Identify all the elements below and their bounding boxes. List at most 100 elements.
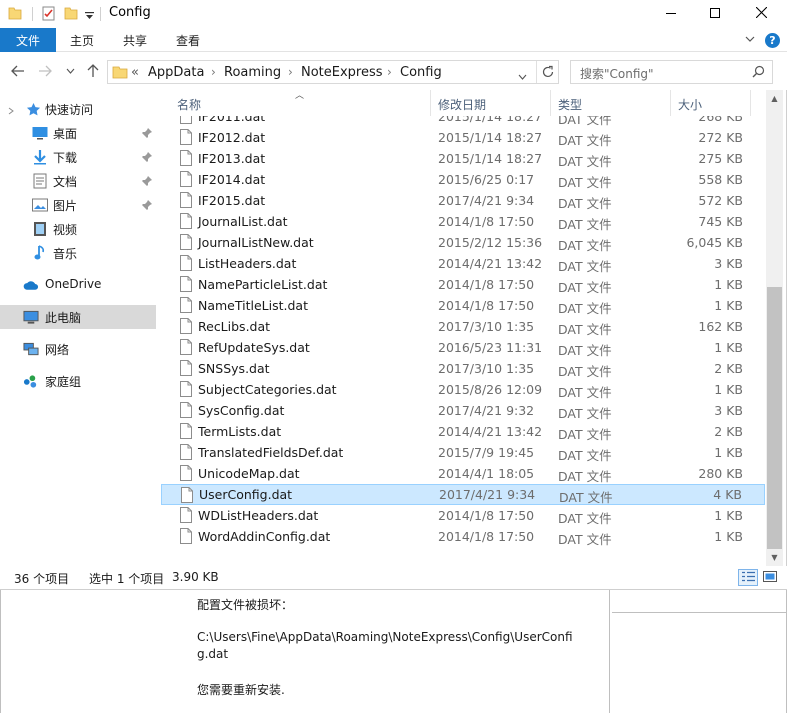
breadcrumb-chevron-icon[interactable]: › <box>387 65 392 79</box>
file-name[interactable]: SNSSys.dat <box>198 361 270 376</box>
tab-file[interactable]: 文件 <box>0 28 56 52</box>
file-row[interactable]: IF2015.dat 2017/4/21 9:34 DAT 文件 572 KB <box>161 190 765 211</box>
file-row[interactable]: NameParticleList.dat 2014/1/8 17:50 DAT 文件… <box>161 274 765 295</box>
file-name[interactable]: TranslatedFieldsDef.dat <box>198 445 343 460</box>
nav-homegroup[interactable]: 家庭组 <box>0 369 156 393</box>
column-size[interactable]: 大小 <box>678 96 702 113</box>
file-row[interactable]: WDListHeaders.dat 2014/1/8 17:50 DAT 文件 1 K… <box>161 505 765 526</box>
file-name[interactable]: TermLists.dat <box>198 424 281 439</box>
column-name[interactable]: 名称 <box>177 96 201 113</box>
file-row[interactable]: RecLibs.dat 2017/3/10 1:35 DAT 文件 162 KB <box>161 316 765 337</box>
new-folder-icon[interactable] <box>64 5 78 24</box>
address-bar[interactable]: « AppData › Roaming › NoteExpress › Conf… <box>107 60 559 84</box>
file-row[interactable]: IF2014.dat 2015/6/25 0:17 DAT 文件 558 KB <box>161 169 765 190</box>
nav-network[interactable]: 网络 <box>0 337 156 361</box>
column-divider[interactable] <box>750 90 751 116</box>
file-row[interactable]: ListHeaders.dat 2014/4/21 13:42 DAT 文件 3 KB <box>161 253 765 274</box>
breadcrumb-noteexpress[interactable]: NoteExpress <box>301 65 383 80</box>
large-icons-view-button[interactable] <box>760 569 780 586</box>
nav-item-music[interactable]: 音乐 <box>0 241 156 265</box>
file-name[interactable]: JournalList.dat <box>198 214 288 229</box>
tab-share[interactable]: 共享 <box>115 28 155 52</box>
file-row[interactable]: IF2013.dat 2015/1/14 18:27 DAT 文件 275 KB <box>161 148 765 169</box>
customize-toolbar-icon[interactable] <box>85 9 94 23</box>
file-name[interactable]: JournalListNew.dat <box>198 235 314 250</box>
properties-icon[interactable] <box>41 5 57 24</box>
minimize-button[interactable] <box>648 0 694 28</box>
file-row[interactable]: IF2012.dat 2015/1/14 18:27 DAT 文件 272 KB <box>161 127 765 148</box>
back-arrow-icon[interactable] <box>10 63 26 79</box>
file-row[interactable]: SysConfig.dat 2017/4/21 9:32 DAT 文件 3 KB <box>161 400 765 421</box>
column-divider[interactable] <box>670 90 671 116</box>
breadcrumb-chevron-icon[interactable]: › <box>288 65 293 79</box>
file-name[interactable]: IF2014.dat <box>198 172 265 187</box>
file-name[interactable]: UserConfig.dat <box>199 487 292 502</box>
nav-this-pc[interactable]: 此电脑 <box>0 305 156 329</box>
breadcrumb-appdata[interactable]: AppData <box>148 65 204 80</box>
help-icon[interactable]: ? <box>765 33 780 48</box>
file-row[interactable]: JournalListNew.dat 2015/2/12 15:36 DAT 文件 6… <box>161 232 765 253</box>
nav-item-documents[interactable]: 文档 <box>0 169 156 193</box>
maximize-button[interactable] <box>692 0 738 28</box>
scrollbar-thumb[interactable] <box>767 287 782 549</box>
file-row[interactable]: JournalList.dat 2014/1/8 17:50 DAT 文件 745 K… <box>161 211 765 232</box>
file-row[interactable]: TermLists.dat 2014/4/21 13:42 DAT 文件 2 KB <box>161 421 765 442</box>
pin-icon[interactable] <box>142 175 152 189</box>
column-type[interactable]: 类型 <box>558 96 582 113</box>
column-divider[interactable] <box>430 90 431 116</box>
file-name[interactable]: SysConfig.dat <box>198 403 284 418</box>
address-overflow[interactable]: « <box>131 65 139 80</box>
search-input[interactable]: 搜索"Config" <box>570 60 773 84</box>
nav-item-pictures[interactable]: 图片 <box>0 193 156 217</box>
file-name[interactable]: WDListHeaders.dat <box>198 508 318 523</box>
file-name[interactable]: NameTitleList.dat <box>198 298 308 313</box>
scroll-down-icon[interactable]: ▼ <box>766 549 783 566</box>
tab-home[interactable]: 主页 <box>62 28 102 52</box>
file-name[interactable]: IF2015.dat <box>198 193 265 208</box>
file-name[interactable]: IF2013.dat <box>198 151 265 166</box>
expand-chevron-icon[interactable] <box>8 104 14 118</box>
file-row[interactable]: NameTitleList.dat 2014/1/8 17:50 DAT 文件 1 K… <box>161 295 765 316</box>
vertical-scrollbar[interactable]: ▲ ▼ <box>766 90 783 566</box>
column-divider[interactable] <box>550 90 551 116</box>
file-name[interactable]: NameParticleList.dat <box>198 277 327 292</box>
file-row[interactable]: WordAddinConfig.dat 2014/1/8 17:50 DAT 文件 1… <box>161 526 765 547</box>
up-arrow-icon[interactable] <box>85 63 101 79</box>
file-name[interactable]: UnicodeMap.dat <box>198 466 300 481</box>
forward-arrow-icon[interactable] <box>37 63 53 79</box>
file-name[interactable]: SubjectCategories.dat <box>198 382 337 397</box>
search-icon[interactable] <box>752 65 765 81</box>
file-row[interactable]: SNSSys.dat 2017/3/10 1:35 DAT 文件 2 KB <box>161 358 765 379</box>
file-row[interactable]: SubjectCategories.dat 2015/8/26 12:09 DAT … <box>161 379 765 400</box>
nav-item-desktop[interactable]: 桌面 <box>0 121 156 145</box>
breadcrumb-config[interactable]: Config <box>400 65 442 80</box>
file-name[interactable]: WordAddinConfig.dat <box>198 529 330 544</box>
breadcrumb-roaming[interactable]: Roaming <box>224 65 281 80</box>
file-name[interactable]: ListHeaders.dat <box>198 256 296 271</box>
pin-icon[interactable] <box>142 151 152 165</box>
nav-item-downloads[interactable]: 下载 <box>0 145 156 169</box>
nav-item-videos[interactable]: 视频 <box>0 217 156 241</box>
nav-onedrive[interactable]: OneDrive <box>0 273 156 297</box>
file-name[interactable]: IF2012.dat <box>198 130 265 145</box>
nav-quick-access[interactable]: 快速访问 <box>0 97 156 121</box>
column-date[interactable]: 修改日期 <box>438 96 486 113</box>
tab-view[interactable]: 查看 <box>168 28 208 52</box>
details-view-button[interactable] <box>738 569 758 586</box>
file-name[interactable]: RecLibs.dat <box>198 319 270 334</box>
refresh-icon[interactable] <box>541 65 555 82</box>
close-button[interactable] <box>738 0 784 28</box>
recent-locations-icon[interactable] <box>64 63 76 79</box>
address-dropdown-icon[interactable] <box>518 69 527 83</box>
expand-ribbon-icon[interactable] <box>744 33 756 48</box>
file-icon <box>180 255 192 271</box>
file-row[interactable]: UnicodeMap.dat 2014/4/1 18:05 DAT 文件 280 KB <box>161 463 765 484</box>
file-row[interactable]: UserConfig.dat 2017/4/21 9:34 DAT 文件 4 KB <box>161 484 765 505</box>
pin-icon[interactable] <box>142 199 152 213</box>
pin-icon[interactable] <box>142 127 152 141</box>
file-row[interactable]: RefUpdateSys.dat 2016/5/23 11:31 DAT 文件 1 K… <box>161 337 765 358</box>
file-name[interactable]: RefUpdateSys.dat <box>198 340 310 355</box>
file-row[interactable]: TranslatedFieldsDef.dat 2015/7/9 19:45 DAT… <box>161 442 765 463</box>
breadcrumb-chevron-icon[interactable]: › <box>211 65 216 79</box>
scroll-up-icon[interactable]: ▲ <box>766 90 783 107</box>
